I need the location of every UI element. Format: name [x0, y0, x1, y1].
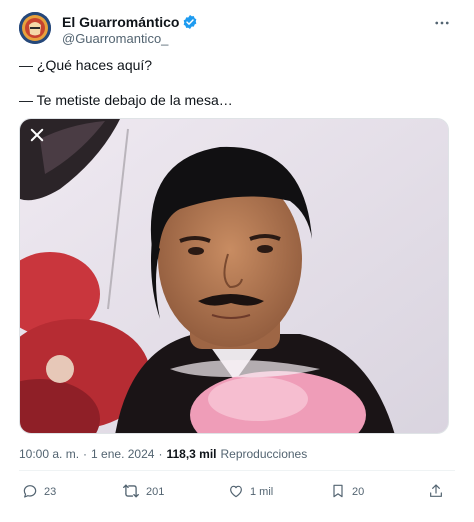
like-button[interactable]: 1 mil	[228, 482, 273, 502]
reply-button[interactable]: 23	[22, 482, 56, 502]
avatar[interactable]	[19, 12, 51, 44]
tweet-media-image[interactable]	[19, 118, 449, 434]
share-button[interactable]	[428, 482, 444, 502]
tweet-text-line-1: — ¿Qué haces aquí?	[19, 57, 153, 73]
share-icon	[428, 483, 444, 502]
author-handle[interactable]: @Guarromantico_	[62, 31, 168, 46]
meta-separator: ·	[83, 447, 88, 461]
tweet-date[interactable]: 1 ene. 2024	[91, 447, 154, 461]
tweet-text-line-2: — Te metiste debajo de la mesa…	[19, 92, 233, 108]
meta-separator: ·	[158, 447, 163, 461]
views-label: Reproducciones	[220, 447, 308, 461]
retweet-icon	[122, 483, 140, 502]
verified-badge-icon	[182, 14, 198, 30]
tweet-metadata: 10:00 a. m. · 1 ene. 2024 · 118,3 mil Re…	[19, 447, 307, 461]
like-count: 1 mil	[250, 486, 274, 498]
close-icon[interactable]	[26, 124, 48, 146]
bookmark-count: 20	[352, 486, 365, 498]
author-display-name[interactable]: El Guarromántico	[62, 14, 179, 30]
tweet-time[interactable]: 10:00 a. m.	[19, 447, 79, 461]
reply-count: 23	[44, 486, 57, 498]
tweet-card: El Guarromántico @Guarromantico_ — ¿Qué …	[0, 0, 474, 522]
bookmark-button[interactable]: 20	[330, 482, 364, 502]
retweet-button[interactable]: 201	[122, 482, 164, 502]
views-count: 118,3 mil	[166, 447, 217, 461]
reply-icon	[22, 483, 38, 502]
heart-icon	[228, 483, 244, 502]
retweet-count: 201	[146, 486, 165, 498]
author-name-row[interactable]: El Guarromántico	[62, 13, 198, 31]
bookmark-icon	[330, 483, 346, 502]
more-icon[interactable]	[432, 13, 452, 33]
divider	[19, 470, 455, 471]
